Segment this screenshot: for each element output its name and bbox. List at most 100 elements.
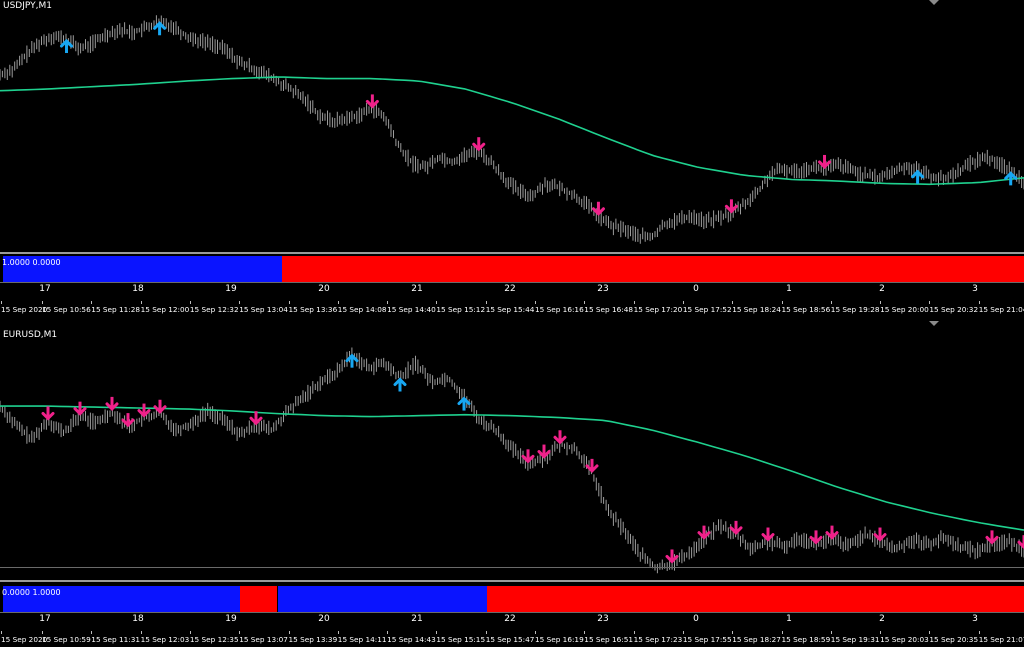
- time-label: 15 Sep 16:48: [584, 301, 633, 314]
- time-tick: [584, 301, 586, 304]
- down-arrow-icon: [873, 527, 887, 542]
- time-tick: [91, 301, 93, 304]
- time-tick: [1, 631, 2, 634]
- price-bars: [0, 347, 1024, 574]
- time-tick: [91, 631, 93, 634]
- symbol-label: USDJPY,M1: [3, 1, 52, 11]
- down-arrow-icon: [1017, 535, 1024, 550]
- hour-axis: 17 18 19 20 21 22 23 0 1 2 3: [0, 284, 1024, 296]
- price-chart-area[interactable]: EURUSD,M1: [0, 329, 1024, 579]
- moving-average-line: [0, 76, 1024, 186]
- triangle-down-icon[interactable]: [929, 0, 939, 5]
- price-chart-svg[interactable]: [0, 329, 1024, 579]
- indicator-subwindow[interactable]: 0.0000 1.0000: [0, 586, 1024, 612]
- triangle-down-icon[interactable]: [929, 321, 939, 326]
- time-label: 15 Sep 14:43: [387, 631, 436, 644]
- axis-line: [0, 612, 1024, 613]
- time-tick: [1, 301, 2, 304]
- hour-label: 18: [132, 284, 144, 294]
- up-arrow-icon: [345, 353, 359, 368]
- hour-label: 23: [597, 284, 609, 294]
- time-tick: [189, 301, 191, 304]
- time-label: 15 Sep 19:28: [830, 301, 880, 314]
- time-tick: [288, 631, 290, 634]
- down-arrow-icon: [41, 406, 55, 421]
- price-chart-area[interactable]: USDJPY,M1: [0, 0, 1024, 252]
- indicator-bar-down: [486, 586, 1024, 612]
- time-label: 15 Sep 2020: [1, 631, 47, 644]
- time-label: 15 Sep 2020: [1, 301, 47, 314]
- hour-label: 3: [972, 284, 978, 294]
- time-label: 15 Sep 14:08: [337, 301, 387, 314]
- time-tick: [337, 301, 339, 304]
- time-label: 15 Sep 17:23: [633, 631, 682, 644]
- time-tick: [42, 631, 43, 634]
- time-tick: [337, 631, 339, 634]
- time-label: 15 Sep 11:28: [91, 301, 140, 314]
- time-tick: [880, 301, 882, 304]
- time-tick: [929, 301, 931, 304]
- time-tick: [584, 631, 586, 634]
- down-arrow-icon: [809, 530, 823, 545]
- down-arrow-icon: [553, 430, 567, 445]
- time-tick: [485, 631, 487, 634]
- time-label: 15 Sep 12:00: [140, 301, 189, 314]
- time-label: 15 Sep 14:11: [337, 631, 387, 644]
- down-arrow-icon: [105, 396, 119, 412]
- down-arrow-icon: [365, 94, 379, 109]
- time-label: 15 Sep 17:55: [682, 631, 732, 644]
- time-tick: [387, 301, 389, 304]
- time-label: 15 Sep 15:44: [485, 301, 534, 314]
- time-tick: [387, 631, 389, 634]
- time-label: 15 Sep 12:35: [189, 631, 239, 644]
- pane-separator[interactable]: [0, 580, 1024, 582]
- time-label: 15 Sep 16:51: [584, 631, 633, 644]
- up-arrow-icon: [153, 21, 167, 36]
- down-arrow-icon: [825, 525, 839, 540]
- hour-label: 22: [504, 284, 516, 294]
- up-arrow-icon: [59, 38, 73, 54]
- down-arrow-icon: [153, 399, 167, 414]
- time-label: 15 Sep 15:15: [436, 631, 485, 644]
- indicator-subwindow[interactable]: 1.0000 0.0000: [0, 256, 1024, 282]
- hour-label: 1: [786, 614, 792, 624]
- time-tick: [732, 631, 734, 634]
- pane-separator[interactable]: [0, 252, 1024, 254]
- time-tick: [239, 301, 241, 304]
- time-tick: [535, 301, 536, 304]
- time-label: 15 Sep 14:40: [387, 301, 436, 314]
- time-axis[interactable]: 15 Sep 2020 15 Sep 10:56 15 Sep 11:28 15 Se…: [0, 301, 1024, 317]
- time-label: 15 Sep 18:24: [732, 301, 781, 314]
- time-tick: [633, 301, 635, 304]
- chart-pane-usdjpy[interactable]: USDJPY,M1 1.0000 0.0000 17 18 19 20 21 22 23 0 1…: [0, 0, 1024, 318]
- hour-label: 0: [693, 614, 699, 624]
- hour-axis: 17 18 19 20 21 22 23 0 1 2 3: [0, 614, 1024, 626]
- down-arrow-icon: [537, 444, 551, 459]
- axis-line: [0, 282, 1024, 283]
- time-tick: [682, 631, 684, 634]
- price-chart-svg[interactable]: [0, 0, 1024, 252]
- up-arrow-icon: [457, 396, 471, 411]
- hour-label: 20: [318, 284, 330, 294]
- time-label: 15 Sep 17:52: [682, 301, 732, 314]
- time-axis[interactable]: 15 Sep 2020 15 Sep 10:59 15 Sep 11:31 15 Se…: [0, 631, 1024, 647]
- down-arrow-icon: [665, 549, 679, 564]
- time-tick: [436, 631, 438, 634]
- time-tick: [239, 631, 241, 634]
- indicator-values: 0.0000 1.0000: [2, 588, 61, 597]
- time-label: 15 Sep 11:31: [91, 631, 140, 644]
- time-tick: [42, 301, 43, 304]
- moving-average-line: [0, 405, 1024, 531]
- hour-label: 22: [504, 614, 516, 624]
- down-arrow-icon: [729, 520, 743, 535]
- time-label: 15 Sep 20:00: [880, 301, 929, 314]
- time-tick: [830, 301, 832, 304]
- time-label: 15 Sep 20:35: [929, 631, 978, 644]
- time-tick: [781, 631, 783, 634]
- time-label: 15 Sep 16:16: [535, 301, 584, 314]
- time-label: 15 Sep 10:56: [42, 301, 91, 314]
- time-tick: [682, 301, 684, 304]
- time-tick: [140, 631, 142, 634]
- chart-pane-eurusd[interactable]: EURUSD,M1 0.0000 1.0000 17 18 19 20 21 22 23 0 1…: [0, 321, 1024, 647]
- down-arrow-icon: [761, 527, 775, 542]
